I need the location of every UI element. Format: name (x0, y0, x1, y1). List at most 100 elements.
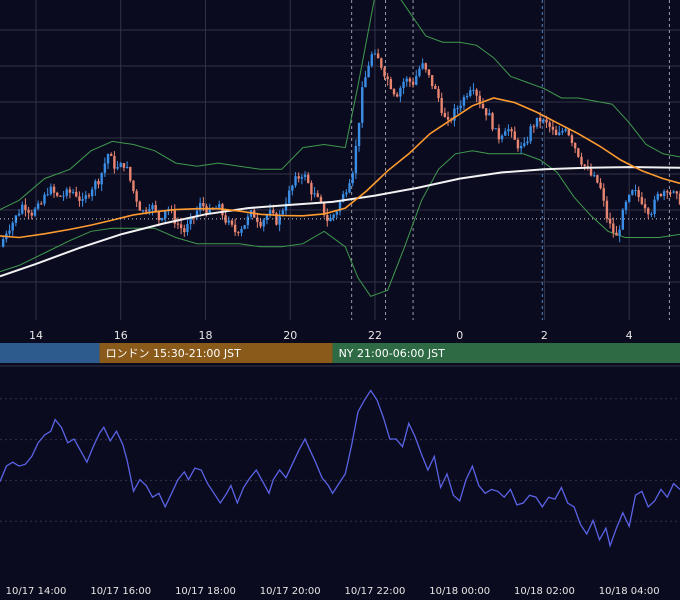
candle-body (262, 219, 265, 227)
candle-body (418, 68, 421, 76)
candle-body (526, 141, 529, 144)
candle-body (662, 191, 666, 197)
price-x-tick-label: 14 (29, 329, 43, 342)
candle-body (621, 209, 625, 230)
candle-body (100, 172, 103, 185)
candle-body (408, 78, 412, 82)
candle (631, 189, 634, 196)
candle-body (615, 232, 618, 236)
candle-body (376, 53, 380, 59)
candle-body (624, 201, 628, 210)
price-x-tick-label: 16 (114, 329, 128, 342)
candle-body (370, 54, 373, 66)
candle-body (640, 197, 644, 205)
candle-body (81, 199, 84, 201)
candle-body (135, 191, 138, 202)
candle-body (30, 212, 33, 216)
candle-body (507, 129, 510, 132)
candle-body (395, 94, 399, 97)
candle-body (364, 77, 367, 88)
candle-body (367, 65, 370, 78)
candle-body (500, 135, 504, 140)
candle-body (84, 195, 87, 200)
candle (577, 147, 580, 158)
candle-body (545, 119, 548, 123)
candle-body (21, 204, 24, 214)
candle-body (472, 89, 475, 91)
candle-body (75, 191, 78, 197)
candle-body (259, 221, 262, 227)
candle-body (313, 193, 316, 195)
candle-body (519, 145, 523, 149)
candle-body (357, 122, 361, 147)
candle-body (94, 181, 97, 190)
price-x-tick-label: 4 (626, 329, 633, 342)
candle-body (548, 122, 551, 127)
candle-body (144, 210, 148, 212)
candle-body (564, 129, 567, 131)
candle (596, 174, 599, 184)
oscillator-x-tick-label: 10/17 18:00 (175, 586, 236, 597)
candle-body (608, 218, 612, 224)
session-label: NY 21:00-06:00 JST (339, 347, 446, 360)
candle-body (573, 142, 577, 149)
candle-body (488, 113, 491, 116)
candle-body (24, 204, 27, 210)
candle-body (386, 76, 389, 80)
candle-body (475, 89, 478, 96)
candle-body (535, 117, 539, 127)
candle-body (256, 217, 259, 222)
candle-body (440, 98, 443, 113)
candle-body (538, 117, 542, 122)
candle-body (103, 163, 107, 173)
candle-body (233, 224, 237, 233)
candle-body (602, 188, 605, 201)
candle-body (332, 214, 335, 218)
candle-body (68, 189, 72, 193)
price-x-tick-label: 2 (541, 329, 548, 342)
candle-body (351, 173, 354, 184)
candle-body (415, 75, 418, 85)
candle-body (612, 223, 615, 233)
candle-body (65, 189, 68, 196)
candle-body (218, 204, 221, 208)
candle-body (230, 220, 234, 225)
candle-body (71, 191, 75, 193)
candle-body (484, 108, 488, 116)
candle-body (653, 199, 656, 214)
candle-body (577, 148, 580, 157)
candle-body (637, 190, 640, 198)
candle-body (647, 208, 650, 215)
candle-body (43, 194, 46, 204)
session-label: ロンドン 15:30-21:00 JST (106, 347, 242, 360)
candle-body (465, 95, 469, 98)
candle-body (405, 78, 408, 82)
candle-body (97, 181, 100, 185)
candle-body (361, 87, 364, 123)
price-x-tick-label: 22 (368, 329, 382, 342)
candle-body (504, 131, 507, 136)
candle-body (138, 201, 142, 211)
candle-body (316, 193, 319, 197)
candle-body (106, 154, 110, 164)
candle-body (580, 156, 583, 165)
candle-body (116, 167, 119, 169)
candle-body (11, 222, 14, 231)
candle-body (345, 192, 348, 195)
candle-body (326, 215, 329, 222)
candle-body (383, 67, 386, 77)
candle-body (558, 132, 561, 136)
candle-body (132, 180, 135, 192)
candle-body (605, 200, 609, 219)
candle-body (87, 195, 91, 197)
candle-body (157, 211, 161, 221)
candle (243, 224, 246, 230)
candle-body (186, 223, 189, 233)
candle-body (348, 183, 351, 193)
candle (529, 123, 532, 144)
oscillator-x-tick-label: 10/17 16:00 (90, 586, 151, 597)
candle-body (675, 191, 679, 194)
candle-body (443, 112, 447, 118)
candle-body (434, 86, 437, 89)
candle-body (202, 203, 205, 207)
